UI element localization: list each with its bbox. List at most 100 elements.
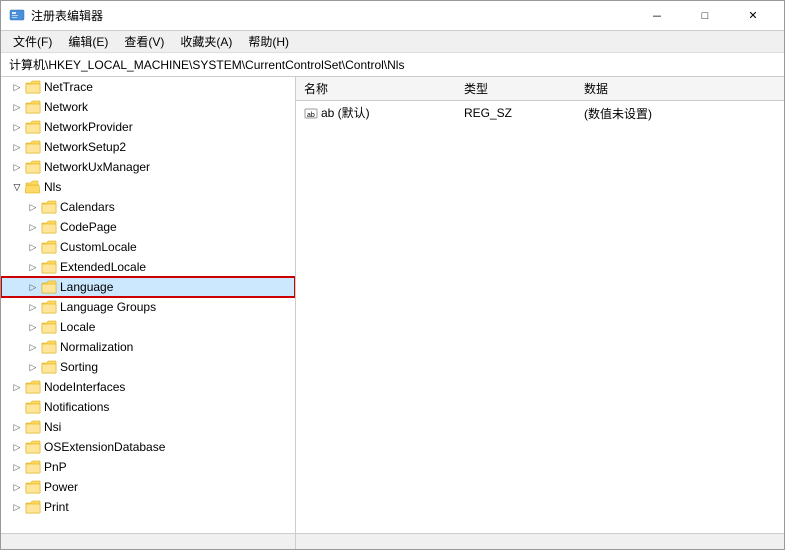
tree-item-nls[interactable]: ▽ Nls	[1, 177, 295, 197]
tree-label-normalization: Normalization	[60, 340, 133, 354]
expand-icon-network[interactable]: ▷	[9, 99, 25, 115]
expand-icon-language[interactable]: ▷	[25, 279, 41, 295]
folder-icon	[25, 420, 41, 434]
minimize-button[interactable]: －	[634, 1, 680, 31]
expand-icon-osextdatabase[interactable]: ▷	[9, 439, 25, 455]
tree-item-nettrace[interactable]: ▷ NetTrace	[1, 77, 295, 97]
folder-icon	[41, 280, 57, 294]
tree-label-locale: Locale	[60, 320, 95, 334]
folder-icon	[41, 360, 57, 374]
menu-help[interactable]: 帮助(H)	[240, 31, 297, 52]
tree-label-pnp: PnP	[44, 460, 67, 474]
tree-label-networkuxmanager: NetworkUxManager	[44, 160, 150, 174]
col-data: 数据	[576, 77, 784, 101]
tree-label-network: Network	[44, 100, 88, 114]
tree-item-network[interactable]: ▷ Network	[1, 97, 295, 117]
folder-icon	[41, 300, 57, 314]
title-bar: 注册表编辑器 － □ ✕	[1, 1, 784, 31]
tree-item-languagegroups[interactable]: ▷ Language Groups	[1, 297, 295, 317]
value-data: (数值未设置)	[576, 101, 784, 126]
tree-label-codepage: CodePage	[60, 220, 117, 234]
tree-item-language[interactable]: ▷ Language	[1, 277, 295, 297]
expand-icon-locale[interactable]: ▷	[25, 319, 41, 335]
tree-label-notifications: Notifications	[44, 400, 109, 414]
expand-icon-sorting[interactable]: ▷	[25, 359, 41, 375]
folder-icon	[25, 440, 41, 454]
tree-item-pnp[interactable]: ▷ PnP	[1, 457, 295, 477]
expand-icon-print[interactable]: ▷	[9, 499, 25, 515]
expand-icon-pnp[interactable]: ▷	[9, 459, 25, 475]
tree-item-nodeinterfaces[interactable]: ▷ NodeInterfaces	[1, 377, 295, 397]
expand-icon-nls[interactable]: ▽	[9, 179, 25, 195]
folder-icon	[41, 220, 57, 234]
expand-icon-networksetup2[interactable]: ▷	[9, 139, 25, 155]
tree-label-networkprovider: NetworkProvider	[44, 120, 133, 134]
folder-icon	[25, 100, 41, 114]
window: 注册表编辑器 － □ ✕ 文件(F) 编辑(E) 查看(V) 收藏夹(A) 帮助…	[0, 0, 785, 550]
table-row[interactable]: ab ab (默认) REG_SZ (数值未设置)	[296, 101, 784, 126]
folder-icon	[41, 240, 57, 254]
expand-icon-nsi[interactable]: ▷	[9, 419, 25, 435]
right-hscroll[interactable]	[296, 534, 784, 549]
tree-item-networksetup2[interactable]: ▷ NetworkSetup2	[1, 137, 295, 157]
tree-item-locale[interactable]: ▷ Locale	[1, 317, 295, 337]
tree-item-customlocale[interactable]: ▷ CustomLocale	[1, 237, 295, 257]
tree-item-codepage[interactable]: ▷ CodePage	[1, 217, 295, 237]
folder-icon	[25, 120, 41, 134]
value-pane: 名称 类型 数据 ab ab (默认) REG_SZ	[296, 77, 784, 533]
folder-icon	[41, 340, 57, 354]
menu-file[interactable]: 文件(F)	[5, 31, 60, 52]
folder-icon	[25, 460, 41, 474]
ab-icon: ab	[304, 106, 318, 120]
tree-item-nsi[interactable]: ▷ Nsi	[1, 417, 295, 437]
tree-label-nls: Nls	[44, 180, 61, 194]
expand-icon-networkprovider[interactable]: ▷	[9, 119, 25, 135]
expand-icon-networkuxmanager[interactable]: ▷	[9, 159, 25, 175]
folder-icon	[25, 140, 41, 154]
tree-item-print[interactable]: ▷ Print	[1, 497, 295, 517]
close-button[interactable]: ✕	[730, 1, 776, 31]
expand-icon-extendedlocale[interactable]: ▷	[25, 259, 41, 275]
maximize-button[interactable]: □	[682, 1, 728, 31]
tree-label-extendedlocale: ExtendedLocale	[60, 260, 146, 274]
left-hscroll[interactable]	[1, 534, 296, 549]
expand-icon-customlocale[interactable]: ▷	[25, 239, 41, 255]
menu-view[interactable]: 查看(V)	[116, 31, 172, 52]
tree-label-nsi: Nsi	[44, 420, 61, 434]
tree-item-sorting[interactable]: ▷ Sorting	[1, 357, 295, 377]
tree-item-power[interactable]: ▷ Power	[1, 477, 295, 497]
menu-edit[interactable]: 编辑(E)	[60, 31, 116, 52]
folder-icon	[25, 160, 41, 174]
svg-text:ab: ab	[307, 112, 315, 119]
value-name: ab ab (默认)	[296, 101, 456, 126]
col-name: 名称	[296, 77, 456, 101]
title-buttons: － □ ✕	[634, 1, 776, 31]
tree-item-networkuxmanager[interactable]: ▷ NetworkUxManager	[1, 157, 295, 177]
address-bar: 计算机\HKEY_LOCAL_MACHINE\SYSTEM\CurrentCon…	[1, 53, 784, 77]
expand-icon-nodeinterfaces[interactable]: ▷	[9, 379, 25, 395]
tree-label-power: Power	[44, 480, 78, 494]
window-title: 注册表编辑器	[31, 7, 103, 24]
folder-icon	[25, 80, 41, 94]
tree-label-sorting: Sorting	[60, 360, 98, 374]
tree-pane[interactable]: ▷ NetTrace ▷ Network ▷ NetworkP	[1, 77, 296, 533]
expand-icon-calendars[interactable]: ▷	[25, 199, 41, 215]
tree-item-extendedlocale[interactable]: ▷ ExtendedLocale	[1, 257, 295, 277]
expand-icon-languagegroups[interactable]: ▷	[25, 299, 41, 315]
menu-favorites[interactable]: 收藏夹(A)	[172, 31, 240, 52]
tree-item-networkprovider[interactable]: ▷ NetworkProvider	[1, 117, 295, 137]
address-text: 计算机\HKEY_LOCAL_MACHINE\SYSTEM\CurrentCon…	[9, 56, 404, 73]
expand-icon-normalization[interactable]: ▷	[25, 339, 41, 355]
tree-item-calendars[interactable]: ▷ Calendars	[1, 197, 295, 217]
folder-icon	[25, 400, 41, 414]
folder-icon-open	[25, 180, 41, 194]
expand-icon-codepage[interactable]: ▷	[25, 219, 41, 235]
tree-item-normalization[interactable]: ▷ Normalization	[1, 337, 295, 357]
value-type: REG_SZ	[456, 101, 576, 126]
expand-icon-nettrace[interactable]: ▷	[9, 79, 25, 95]
tree-label-print: Print	[44, 500, 69, 514]
col-type: 类型	[456, 77, 576, 101]
tree-item-osextdatabase[interactable]: ▷ OSExtensionDatabase	[1, 437, 295, 457]
tree-item-notifications[interactable]: ▷ Notifications	[1, 397, 295, 417]
expand-icon-power[interactable]: ▷	[9, 479, 25, 495]
